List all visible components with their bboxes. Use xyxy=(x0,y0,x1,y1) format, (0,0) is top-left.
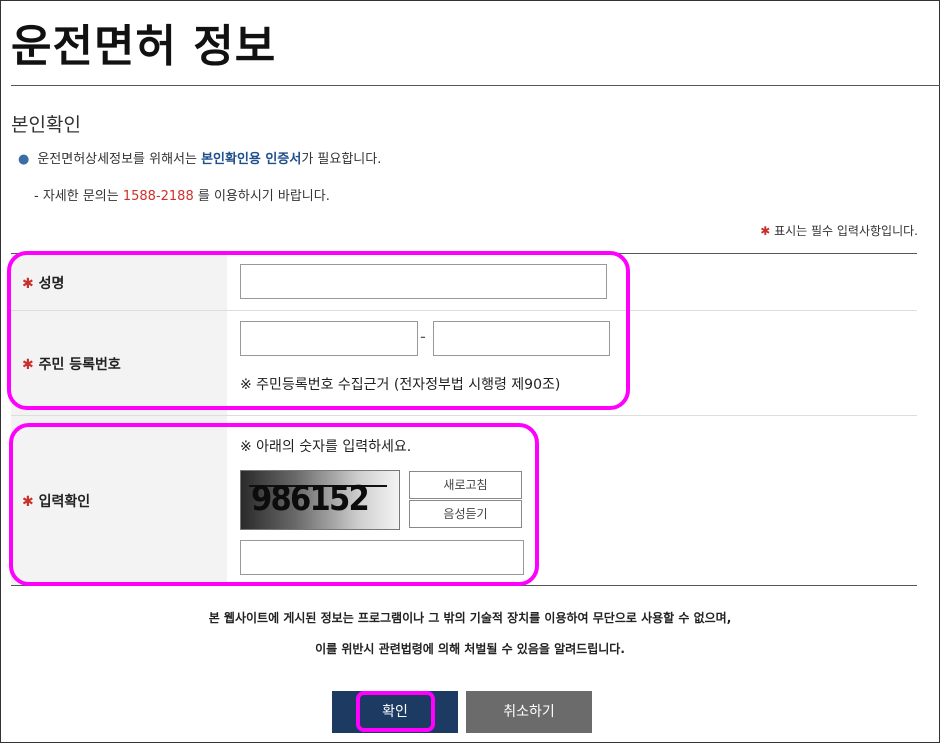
highlight-captcha-section xyxy=(9,423,539,586)
notice-contact: - 자세한 문의는 1588-2188 를 이용하시기 바랍니다. xyxy=(34,185,330,204)
notice-line1-prefix: 운전면허상세정보를 위해서는 xyxy=(37,152,202,167)
notice-certificate-highlight: 본인확인용 인증서 xyxy=(201,152,302,167)
section-title: 본인확인 xyxy=(11,114,81,136)
highlight-identity-fields xyxy=(7,251,630,410)
notice-line1-suffix: 가 필요합니다. xyxy=(301,152,382,167)
required-note-text: 표시는 필수 입력사항입니다. xyxy=(770,224,918,238)
required-star-icon: ✱ xyxy=(760,224,771,238)
bullet-icon: ● xyxy=(18,152,30,167)
notice-line2-suffix: 를 이용하시기 바랍니다. xyxy=(193,189,330,204)
required-note: ✱ 표시는 필수 입력사항입니다. xyxy=(760,222,918,239)
notice-certificate: ● 운전면허상세정보를 위해서는 본인확인용 인증서가 필요합니다. xyxy=(18,148,381,167)
page-title: 운전면허 정보 xyxy=(11,21,277,72)
cancel-button[interactable]: 취소하기 xyxy=(466,691,592,733)
disclaimer-line2: 이를 위반시 관련법령에 의해 처벌될 수 있음을 알려드립니다. xyxy=(315,642,625,656)
title-divider xyxy=(11,85,940,86)
highlight-confirm-button xyxy=(356,691,435,732)
disclaimer-line1: 본 웹사이트에 게시된 정보는 프로그램이나 그 밖의 기술적 장치를 이용하여… xyxy=(208,611,732,625)
contact-phone: 1588-2188 xyxy=(122,189,194,204)
notice-line2-prefix: - 자세한 문의는 xyxy=(34,189,123,204)
